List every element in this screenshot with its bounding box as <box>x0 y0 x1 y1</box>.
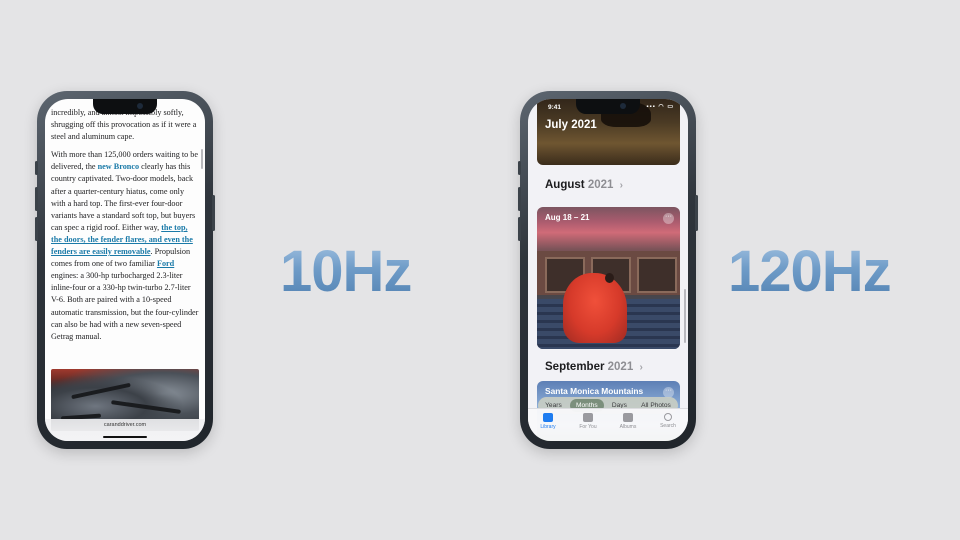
tab-label: Search <box>660 423 676 429</box>
tab-search[interactable]: Search <box>651 409 685 441</box>
iphone-right: 9:41 ▪▪▪ ◠ ▭ July 2021 August 2021 › Aug… <box>518 91 698 449</box>
status-bar: 9:41 ▪▪▪ ◠ ▭ <box>528 99 688 115</box>
home-indicator <box>103 436 147 438</box>
month-label: September <box>545 361 605 373</box>
ford-link[interactable]: Ford <box>157 259 174 268</box>
chevron-right-icon: › <box>619 180 623 191</box>
for-you-icon <box>583 413 593 422</box>
august-2021-header[interactable]: August 2021 › <box>545 179 623 191</box>
year-label: 2021 <box>607 361 634 373</box>
card-title: July 2021 <box>545 119 597 131</box>
status-icons: ▪▪▪ ◠ ▭ <box>646 104 674 110</box>
scroll-indicator[interactable] <box>201 149 203 169</box>
article-text: engines: a 300-hp turbocharged 2.3-liter… <box>51 271 199 341</box>
tab-bar: Library For You Albums Search <box>528 408 688 441</box>
tab-label: Albums <box>619 424 637 430</box>
chevron-right-icon: › <box>639 362 643 373</box>
photos-screen[interactable]: 9:41 ▪▪▪ ◠ ▭ July 2021 August 2021 › Aug… <box>528 99 688 441</box>
red-dress-figure <box>563 273 627 343</box>
card-title: Aug 18 – 21 <box>545 213 590 222</box>
tab-albums[interactable]: Albums <box>611 409 645 441</box>
photo-library-icon <box>543 413 553 422</box>
notch <box>93 99 157 114</box>
year-label: 2021 <box>587 179 614 191</box>
safari-address-bar[interactable]: caranddriver.com <box>45 419 205 441</box>
card-title: Santa Monica Mountains <box>545 386 644 396</box>
safari-screen[interactable]: incredibly, and almost impossibly softly… <box>45 99 205 441</box>
tab-label: For You <box>579 424 597 430</box>
month-label: August <box>545 179 585 191</box>
tab-for-you[interactable]: For You <box>571 409 605 441</box>
search-icon <box>664 413 672 421</box>
tab-label: Library <box>540 424 556 430</box>
article-body[interactable]: incredibly, and almost impossibly softly… <box>51 107 199 349</box>
september-2021-header[interactable]: September 2021 › <box>545 361 643 373</box>
iphone-left: incredibly, and almost impossibly softly… <box>35 91 215 449</box>
more-icon[interactable]: ··· <box>663 213 674 224</box>
status-time: 9:41 <box>548 104 562 111</box>
albums-icon <box>623 413 633 422</box>
scroll-indicator[interactable] <box>684 289 686 343</box>
aug-18-21-card[interactable]: Aug 18 – 21 ··· <box>537 207 680 349</box>
article-paragraph: With more than 125,000 orders waiting to… <box>51 149 199 343</box>
tab-library[interactable]: Library <box>531 409 565 441</box>
url-text: caranddriver.com <box>103 422 147 428</box>
article-text: clearly has this country captivated. Two… <box>51 162 196 232</box>
refresh-rate-label-120hz: 120Hz <box>728 239 892 304</box>
refresh-rate-label-10hz: 10Hz <box>280 239 412 304</box>
new-bronco-link[interactable]: new Bronco <box>98 162 139 171</box>
